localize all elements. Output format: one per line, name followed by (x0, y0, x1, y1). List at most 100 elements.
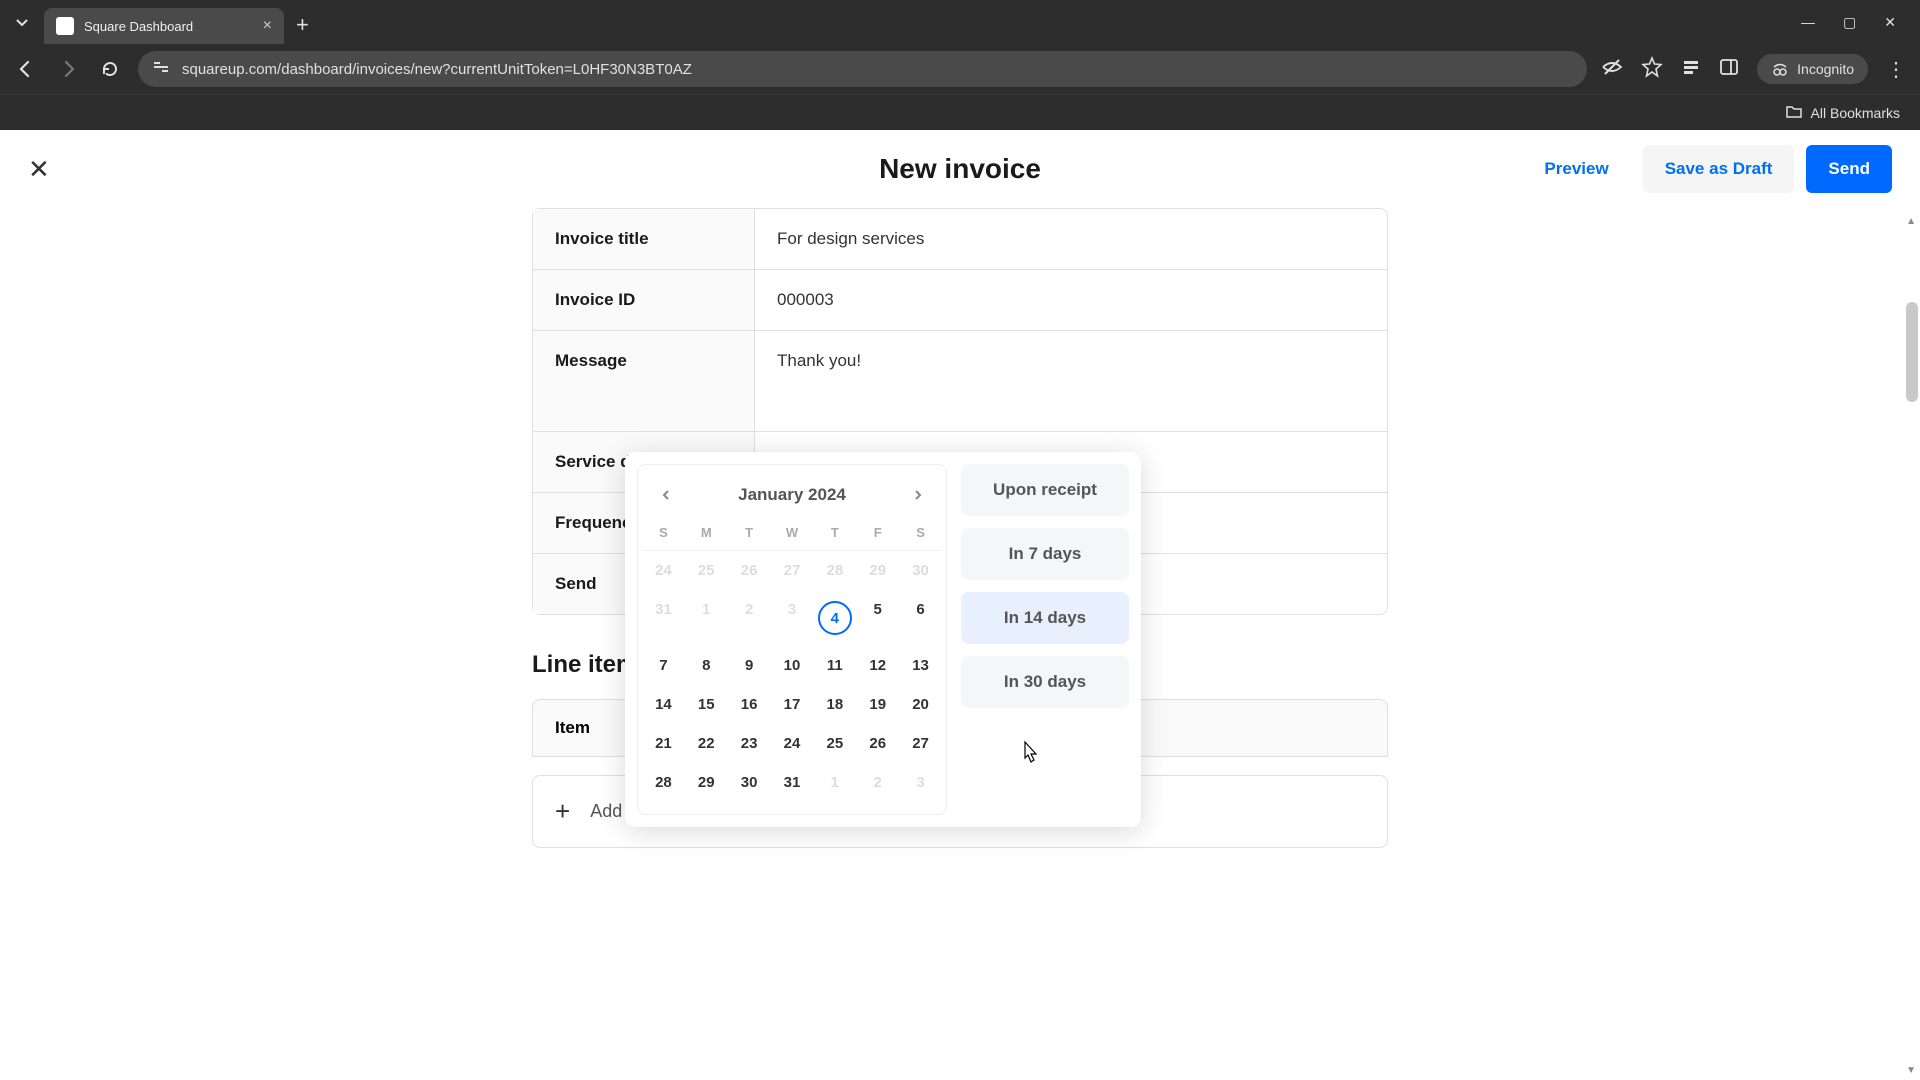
page-body: ✕ New invoice Preview Save as Draft Send… (0, 130, 1920, 1080)
send-button[interactable]: Send (1806, 145, 1892, 193)
calendar-dow: S (642, 517, 685, 551)
next-month-button[interactable] (906, 483, 930, 507)
calendar-dow: T (813, 517, 856, 551)
form-row: Invoice ID000003 (533, 270, 1387, 331)
all-bookmarks-button[interactable]: All Bookmarks (1811, 105, 1900, 121)
calendar-day[interactable]: 29 (685, 763, 728, 802)
maximize-icon[interactable]: ▢ (1843, 14, 1856, 31)
field-label: Invoice ID (533, 270, 755, 330)
calendar-day[interactable]: 9 (728, 646, 771, 685)
calendar-dow: W (771, 517, 814, 551)
calendar-day[interactable]: 26 (856, 724, 899, 763)
calendar-day[interactable]: 5 (856, 590, 899, 646)
calendar-day[interactable]: 15 (685, 685, 728, 724)
incognito-indicator[interactable]: Incognito (1757, 54, 1868, 84)
calendar-day: 1 (813, 763, 856, 802)
url-input[interactable]: squareup.com/dashboard/invoices/new?curr… (138, 51, 1587, 87)
calendar-day[interactable]: 8 (685, 646, 728, 685)
sidepanel-icon[interactable] (1719, 57, 1739, 82)
date-picker-popover: January 2024 SMTWTFS 2425262728293031123… (625, 452, 1141, 827)
bookmarks-bar: All Bookmarks (0, 94, 1920, 130)
calendar-day[interactable]: 12 (856, 646, 899, 685)
quick-date-option[interactable]: In 7 days (961, 528, 1129, 580)
tab-title: Square Dashboard (84, 19, 253, 34)
forward-button (54, 55, 82, 83)
url-text: squareup.com/dashboard/invoices/new?curr… (182, 61, 692, 78)
calendar-day[interactable]: 21 (642, 724, 685, 763)
form-row: MessageThank you! (533, 331, 1387, 432)
calendar-day[interactable]: 16 (728, 685, 771, 724)
calendar-day[interactable]: 19 (856, 685, 899, 724)
calendar-day: 25 (685, 551, 728, 590)
tab-close-icon[interactable]: × (263, 17, 272, 35)
page-header: ✕ New invoice Preview Save as Draft Send (0, 130, 1920, 208)
calendar-day: 28 (813, 551, 856, 590)
eye-off-icon[interactable] (1601, 56, 1623, 83)
calendar-day[interactable]: 22 (685, 724, 728, 763)
calendar-month-label: January 2024 (738, 485, 846, 505)
save-draft-button[interactable]: Save as Draft (1643, 145, 1795, 193)
media-icon[interactable] (1681, 57, 1701, 82)
calendar-day: 30 (899, 551, 942, 590)
browser-tab[interactable]: Square Dashboard × (44, 8, 284, 44)
page-title: New invoice (879, 153, 1041, 185)
calendar-day[interactable]: 10 (771, 646, 814, 685)
calendar-day: 29 (856, 551, 899, 590)
field-value[interactable]: For design services (755, 209, 1387, 269)
scroll-down-icon[interactable]: ▼ (1906, 1065, 1916, 1076)
calendar-day[interactable]: 7 (642, 646, 685, 685)
field-label: Invoice title (533, 209, 755, 269)
bookmark-star-icon[interactable] (1641, 56, 1663, 83)
field-label: Message (533, 331, 755, 431)
site-settings-icon[interactable] (152, 58, 170, 80)
calendar-day[interactable]: 23 (728, 724, 771, 763)
calendar-day[interactable]: 18 (813, 685, 856, 724)
prev-month-button[interactable] (654, 483, 678, 507)
calendar-dow: F (856, 517, 899, 551)
calendar-day[interactable]: 13 (899, 646, 942, 685)
field-value[interactable]: Thank you! (755, 331, 1387, 431)
scroll-up-icon[interactable]: ▲ (1906, 216, 1916, 227)
tab-search-icon[interactable] (8, 8, 36, 36)
minimize-icon[interactable]: — (1801, 14, 1815, 31)
calendar-day[interactable]: 14 (642, 685, 685, 724)
field-value[interactable]: 000003 (755, 270, 1387, 330)
folder-icon (1785, 102, 1803, 123)
browser-chrome: Square Dashboard × + — ▢ ✕ squareup.com/… (0, 0, 1920, 130)
calendar-day[interactable]: 11 (813, 646, 856, 685)
close-window-icon[interactable]: ✕ (1884, 14, 1896, 31)
calendar-day[interactable]: 27 (899, 724, 942, 763)
incognito-icon (1771, 60, 1789, 78)
quick-date-option[interactable]: In 30 days (961, 656, 1129, 708)
close-button[interactable]: ✕ (28, 154, 50, 185)
quick-date-options: Upon receipt In 7 days In 14 days In 30 day… (947, 464, 1129, 815)
calendar-day[interactable]: 4 (813, 590, 856, 646)
new-tab-button[interactable]: + (296, 12, 309, 38)
favicon-icon (56, 17, 74, 35)
quick-date-option[interactable]: In 14 days (961, 592, 1129, 644)
calendar-day[interactable]: 25 (813, 724, 856, 763)
calendar-day[interactable]: 30 (728, 763, 771, 802)
calendar-day: 2 (728, 590, 771, 646)
calendar-day: 3 (899, 763, 942, 802)
calendar-day: 27 (771, 551, 814, 590)
calendar-day[interactable]: 28 (642, 763, 685, 802)
calendar-day[interactable]: 6 (899, 590, 942, 646)
menu-icon[interactable]: ⋮ (1886, 57, 1908, 82)
calendar-day: 3 (771, 590, 814, 646)
preview-button[interactable]: Preview (1522, 145, 1630, 193)
quick-date-option[interactable]: Upon receipt (961, 464, 1129, 516)
calendar-day[interactable]: 20 (899, 685, 942, 724)
reload-button[interactable] (96, 55, 124, 83)
calendar-day: 31 (642, 590, 685, 646)
calendar: January 2024 SMTWTFS 2425262728293031123… (637, 464, 947, 815)
calendar-day[interactable]: 17 (771, 685, 814, 724)
calendar-dow: M (685, 517, 728, 551)
calendar-day: 26 (728, 551, 771, 590)
calendar-day[interactable]: 31 (771, 763, 814, 802)
calendar-day[interactable]: 24 (771, 724, 814, 763)
calendar-day: 24 (642, 551, 685, 590)
back-button[interactable] (12, 55, 40, 83)
scrollbar-thumb[interactable] (1906, 302, 1918, 402)
incognito-label: Incognito (1797, 61, 1854, 77)
